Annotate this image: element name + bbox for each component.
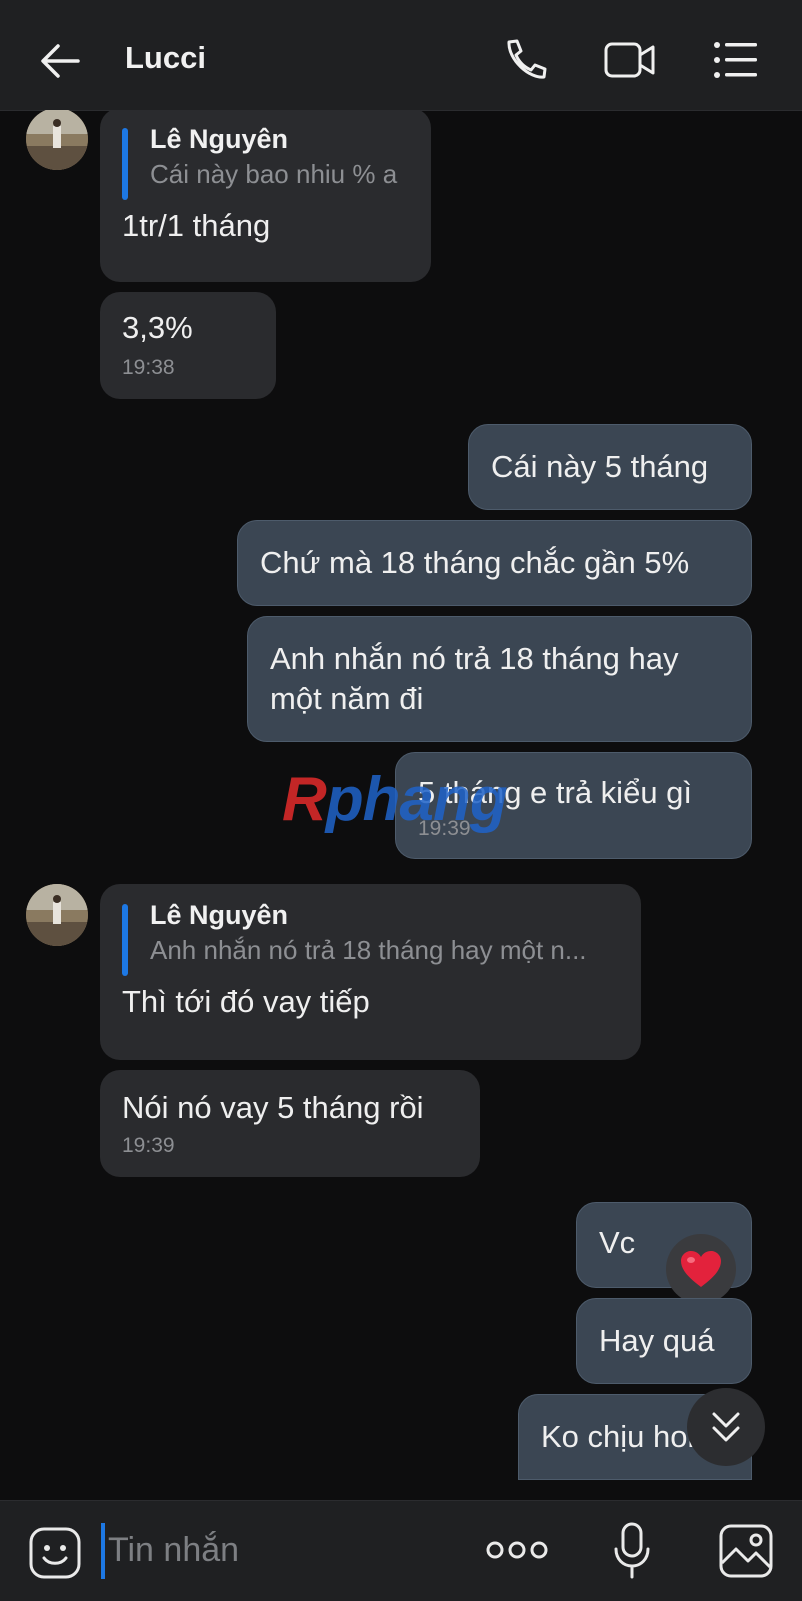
text-cursor bbox=[101, 1523, 105, 1579]
more-dots-icon[interactable] bbox=[486, 1537, 548, 1563]
heart-icon bbox=[681, 1251, 721, 1287]
message-text: Thì tới đó vay tiếp bbox=[122, 984, 370, 1019]
scroll-to-bottom-button[interactable] bbox=[687, 1388, 765, 1466]
contact-avatar[interactable] bbox=[26, 110, 88, 170]
chat-header: Lucci bbox=[0, 0, 802, 111]
sticker-icon[interactable] bbox=[28, 1526, 82, 1580]
outgoing-message[interactable]: Cái này 5 tháng bbox=[468, 424, 752, 510]
message-text: 3,3% bbox=[122, 310, 193, 345]
quoted-reply[interactable]: Lê Nguyên Cái này bao nhiu % a bbox=[122, 122, 409, 200]
message-input[interactable]: Tin nhắn bbox=[108, 1531, 239, 1570]
back-arrow-icon[interactable] bbox=[38, 38, 84, 84]
message-timestamp: 19:38 bbox=[122, 356, 175, 379]
microphone-icon[interactable] bbox=[612, 1521, 652, 1581]
heart-reaction[interactable] bbox=[666, 1234, 736, 1304]
quote-bar bbox=[122, 904, 128, 976]
contact-avatar[interactable] bbox=[26, 884, 88, 946]
quoted-author: Lê Nguyên bbox=[150, 900, 289, 930]
list-menu-icon[interactable] bbox=[710, 36, 762, 84]
incoming-message[interactable]: Nói nó vay 5 tháng rồi 19:39 bbox=[100, 1070, 480, 1177]
message-text: Cái này 5 tháng bbox=[491, 449, 709, 484]
quote-bar bbox=[122, 128, 128, 200]
message-timestamp: 19:39 bbox=[122, 1134, 175, 1157]
incoming-message[interactable]: Lê Nguyên Anh nhắn nó trả 18 tháng hay m… bbox=[100, 884, 641, 1060]
outgoing-message[interactable]: Chứ mà 18 tháng chắc gần 5% bbox=[237, 520, 752, 606]
outgoing-message[interactable]: Anh nhắn nó trả 18 tháng hay một năm đi bbox=[247, 616, 752, 742]
message-text: Hay quá bbox=[599, 1323, 715, 1358]
message-composer: Tin nhắn bbox=[0, 1500, 802, 1601]
incoming-message[interactable]: 3,3% 19:38 bbox=[100, 292, 276, 399]
message-text: Nói nó vay 5 tháng rồi bbox=[122, 1090, 424, 1125]
video-camera-icon[interactable] bbox=[604, 36, 656, 84]
quoted-author: Lê Nguyên bbox=[150, 124, 289, 154]
message-text-line1: Anh nhắn nó trả 18 tháng hay bbox=[270, 641, 679, 676]
image-icon[interactable] bbox=[718, 1523, 774, 1579]
message-text: 1tr/1 tháng bbox=[122, 208, 271, 243]
outgoing-message[interactable]: Hay quá bbox=[576, 1298, 752, 1384]
contact-name[interactable]: Lucci bbox=[125, 40, 206, 76]
quoted-reply[interactable]: Lê Nguyên Anh nhắn nó trả 18 tháng hay m… bbox=[122, 898, 619, 976]
message-text-line2: một năm đi bbox=[270, 681, 424, 716]
message-text: Chứ mà 18 tháng chắc gần 5% bbox=[260, 545, 690, 580]
watermark-logo: Rphang bbox=[282, 765, 508, 834]
incoming-message[interactable]: Lê Nguyên Cái này bao nhiu % a 1tr/1 thá… bbox=[100, 110, 431, 282]
quoted-text: Cái này bao nhiu % a bbox=[150, 159, 398, 189]
quoted-text: Anh nhắn nó trả 18 tháng hay một n... bbox=[150, 935, 587, 965]
double-chevron-down-icon bbox=[712, 1412, 740, 1442]
phone-icon[interactable] bbox=[500, 36, 552, 84]
